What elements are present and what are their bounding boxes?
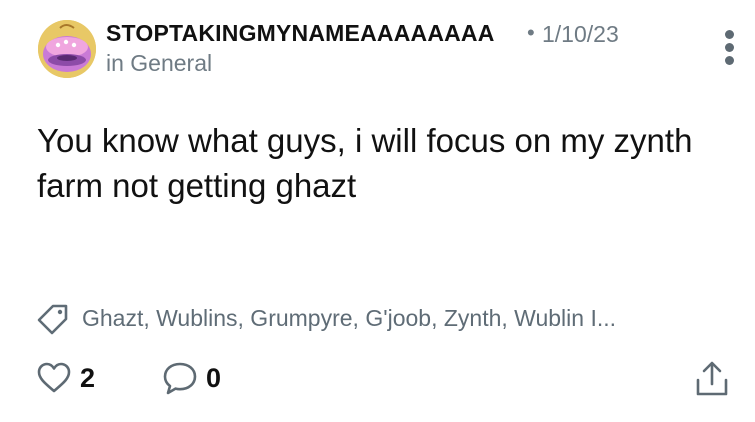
post-actions: 2 0 bbox=[36, 360, 736, 400]
comment-icon bbox=[163, 362, 197, 395]
post-tags[interactable]: Ghazt, Wublins, Grumpyre, G'joob, Zynth,… bbox=[36, 300, 722, 336]
more-options-button[interactable] bbox=[722, 30, 736, 70]
more-vertical-icon bbox=[724, 43, 734, 52]
more-vertical-icon bbox=[724, 30, 734, 39]
meta-separator: • bbox=[527, 20, 535, 45]
comment-count: 0 bbox=[206, 362, 222, 393]
heart-icon bbox=[37, 362, 71, 393]
post-body: You know what guys, i will focus on my z… bbox=[37, 122, 693, 204]
comment-button[interactable]: 0 bbox=[162, 360, 221, 396]
post-card: STOPTAKINGMYNAMEAAAAAAAA • 1/10/23 in Ge… bbox=[0, 0, 755, 422]
tag-icon bbox=[37, 304, 68, 335]
username[interactable]: STOPTAKINGMYNAMEAAAAAAAA bbox=[106, 20, 495, 47]
monster-avatar-image bbox=[38, 20, 96, 78]
share-icon[interactable] bbox=[694, 360, 730, 398]
tags-text: Ghazt, Wublins, Grumpyre, G'joob, Zynth,… bbox=[82, 304, 617, 331]
post-category[interactable]: in General bbox=[106, 50, 212, 77]
like-button[interactable]: 2 bbox=[36, 360, 95, 396]
more-vertical-icon bbox=[724, 56, 734, 65]
user-avatar[interactable] bbox=[38, 20, 96, 78]
like-count: 2 bbox=[80, 362, 96, 393]
post-date: 1/10/23 bbox=[542, 21, 619, 47]
